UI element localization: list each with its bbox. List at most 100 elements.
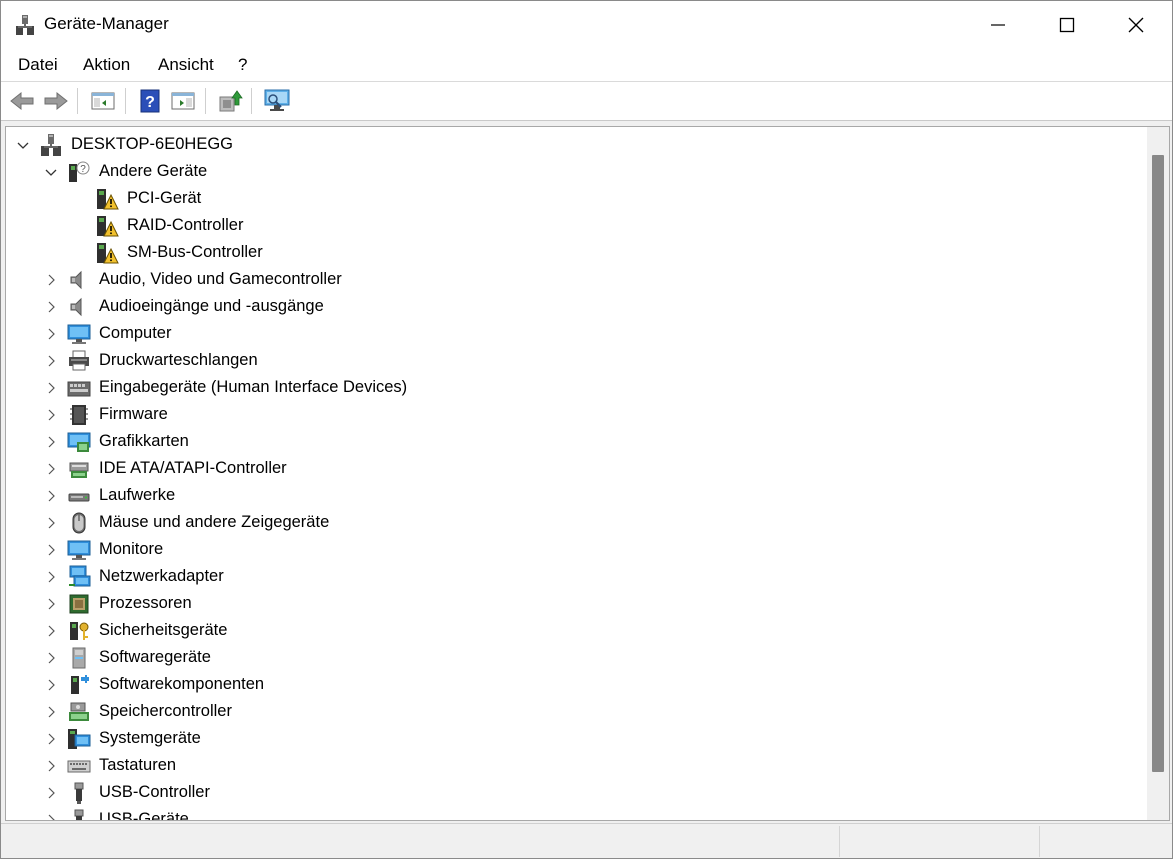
minimize-button[interactable] xyxy=(963,1,1033,49)
tree-item-label: Firmware xyxy=(99,405,168,423)
hid-icon xyxy=(67,381,91,397)
expand-arrow[interactable] xyxy=(43,374,59,401)
security-key-icon xyxy=(70,622,89,640)
expand-arrow[interactable] xyxy=(43,644,59,671)
tree-item-label: USB-Geräte xyxy=(99,810,189,821)
status-separator xyxy=(1039,826,1040,857)
expand-arrow[interactable] xyxy=(43,779,59,806)
expand-arrow[interactable] xyxy=(43,698,59,725)
tree-category-item[interactable]: Prozessoren xyxy=(6,590,1147,617)
show-hide-console-tree-button[interactable] xyxy=(89,87,117,115)
tree-category-item[interactable]: Audio, Video und Gamecontroller xyxy=(6,266,1147,293)
tree-category-item[interactable]: Speichercontroller xyxy=(6,698,1147,725)
expand-arrow[interactable] xyxy=(43,428,59,455)
printer-icon xyxy=(69,350,89,371)
expand-arrow[interactable] xyxy=(43,293,59,320)
chevron-right-icon xyxy=(48,517,55,528)
close-icon xyxy=(1128,17,1144,33)
expand-arrow[interactable] xyxy=(43,482,59,509)
computer-tower-icon xyxy=(41,134,61,156)
expand-arrow[interactable] xyxy=(43,617,59,644)
tree-child-pci-geraet[interactable]: PCI-Gerät xyxy=(6,185,1147,212)
tree-category-item[interactable]: Eingabegeräte (Human Interface Devices) xyxy=(6,374,1147,401)
keyboard-icon xyxy=(67,760,91,773)
scrollbar-thumb[interactable] xyxy=(1152,155,1164,772)
menu-help[interactable]: ? xyxy=(238,55,247,75)
tree-category-item[interactable]: Grafikkarten xyxy=(6,428,1147,455)
scan-hardware-changes-button[interactable] xyxy=(263,87,291,115)
expand-arrow[interactable] xyxy=(43,347,59,374)
tree-category-item[interactable]: Computer xyxy=(6,320,1147,347)
toolbar: ? xyxy=(1,82,1172,121)
tree-category-item[interactable]: IDE ATA/ATAPI-Controller xyxy=(6,455,1147,482)
warning-device-icon xyxy=(97,243,119,264)
device-tree[interactable]: DESKTOP-6E0HEGG ? Andere Geräte PCI-Gerä… xyxy=(5,126,1170,821)
tree-category-item[interactable]: Softwaregeräte xyxy=(6,644,1147,671)
expand-arrow[interactable] xyxy=(43,752,59,779)
expand-arrow[interactable] xyxy=(43,509,59,536)
expand-arrow[interactable] xyxy=(43,536,59,563)
tree-category-item[interactable]: Tastaturen xyxy=(6,752,1147,779)
tree-item-label: IDE ATA/ATAPI-Controller xyxy=(99,459,287,477)
chevron-right-icon xyxy=(48,733,55,744)
expand-arrow[interactable] xyxy=(43,563,59,590)
tree-category-item[interactable]: Druckwarteschlangen xyxy=(6,347,1147,374)
action-pane-button[interactable] xyxy=(169,87,197,115)
title-bar[interactable]: Geräte-Manager xyxy=(1,1,1172,49)
disk-drive-icon xyxy=(68,493,90,502)
chevron-right-icon xyxy=(48,382,55,393)
tree-category-item[interactable]: Mäuse und andere Zeigegeräte xyxy=(6,509,1147,536)
speaker-icon xyxy=(70,297,82,317)
tree-child-raid-controller[interactable]: RAID-Controller xyxy=(6,212,1147,239)
tree-category-item[interactable]: Sicherheitsgeräte xyxy=(6,617,1147,644)
tree-item-label: Druckwarteschlangen xyxy=(99,351,258,369)
expand-arrow[interactable] xyxy=(43,590,59,617)
collapse-arrow[interactable] xyxy=(43,158,59,185)
update-driver-button[interactable] xyxy=(216,87,244,115)
menu-datei[interactable]: Datei xyxy=(18,55,58,75)
expand-arrow[interactable] xyxy=(43,401,59,428)
tree-item-label: Computer xyxy=(99,324,172,342)
chevron-right-icon xyxy=(48,571,55,582)
software-device-icon xyxy=(72,647,86,669)
tree-category-item[interactable]: USB-Controller xyxy=(6,779,1147,806)
expand-arrow[interactable] xyxy=(43,455,59,482)
tree-category-item[interactable]: Netzwerkadapter xyxy=(6,563,1147,590)
tree-item-label: Audio, Video und Gamecontroller xyxy=(99,270,342,288)
tree-category-item[interactable]: Audioeingänge und -ausgänge xyxy=(6,293,1147,320)
forward-button[interactable] xyxy=(42,87,70,115)
maximize-button[interactable] xyxy=(1032,1,1102,49)
tree-category-item[interactable]: USB-Geräte xyxy=(6,806,1147,821)
expand-arrow[interactable] xyxy=(43,725,59,752)
vertical-scrollbar[interactable] xyxy=(1147,127,1169,820)
tree-category-item[interactable]: Monitore xyxy=(6,536,1147,563)
menu-ansicht[interactable]: Ansicht xyxy=(158,55,214,75)
expand-arrow[interactable] xyxy=(43,320,59,347)
device-manager-window: Geräte-Manager Datei Aktion Ansicht ? ? … xyxy=(0,0,1173,859)
close-button[interactable] xyxy=(1101,1,1171,49)
status-separator xyxy=(839,826,840,857)
expand-arrow[interactable] xyxy=(43,806,59,820)
chevron-right-icon xyxy=(48,787,55,798)
tree-item-label: Prozessoren xyxy=(99,594,192,612)
tree-root[interactable]: DESKTOP-6E0HEGG xyxy=(6,131,1147,158)
tree-category-item[interactable]: Softwarekomponenten xyxy=(6,671,1147,698)
toolbar-separator xyxy=(251,88,252,114)
tree-category-item[interactable]: Firmware xyxy=(6,401,1147,428)
menu-aktion[interactable]: Aktion xyxy=(83,55,130,75)
expand-arrow[interactable] xyxy=(43,671,59,698)
storage-controller-icon xyxy=(69,702,89,721)
monitor-icon xyxy=(67,540,91,560)
chevron-right-icon xyxy=(48,301,55,312)
svg-text:?: ? xyxy=(80,164,86,175)
chevron-down-icon xyxy=(45,169,57,176)
expand-arrow[interactable] xyxy=(43,266,59,293)
tree-category-item[interactable]: Systemgeräte xyxy=(6,725,1147,752)
tree-category-item[interactable]: Laufwerke xyxy=(6,482,1147,509)
collapse-arrow[interactable] xyxy=(15,131,31,158)
help-button[interactable]: ? xyxy=(136,87,164,115)
tree-child-sm-bus-controller[interactable]: SM-Bus-Controller xyxy=(6,239,1147,266)
back-button[interactable] xyxy=(8,87,36,115)
chevron-right-icon xyxy=(48,679,55,690)
tree-item-andere-geraete[interactable]: ? Andere Geräte xyxy=(6,158,1147,185)
